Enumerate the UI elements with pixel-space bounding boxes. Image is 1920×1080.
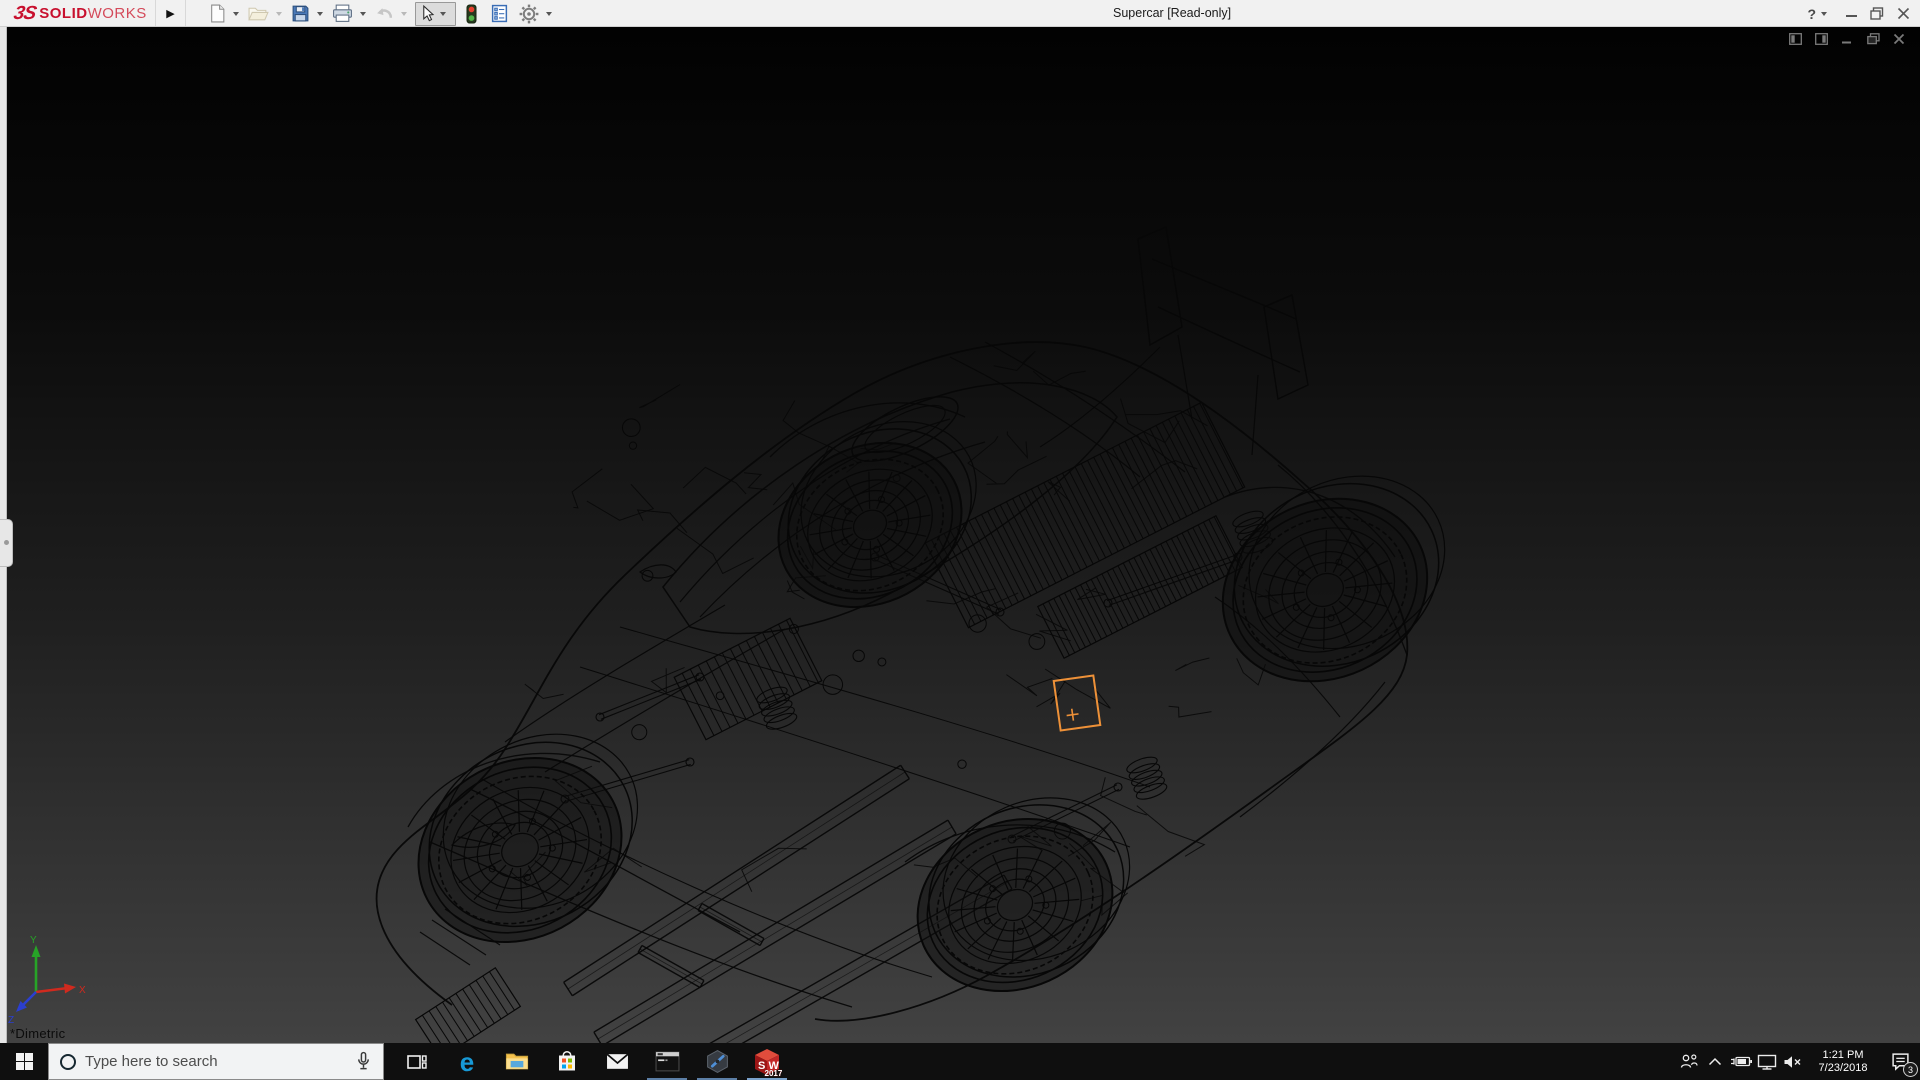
options-button[interactable] xyxy=(517,2,541,26)
network-display-icon xyxy=(1757,1054,1777,1070)
new-document-button[interactable] xyxy=(207,2,228,26)
taskbar-solidworks-button[interactable]: S W 2017 xyxy=(742,1043,792,1080)
document-close-icon[interactable] xyxy=(1892,32,1906,46)
taskbar-store-button[interactable] xyxy=(542,1043,592,1080)
tray-date: 7/23/2018 xyxy=(1810,1062,1876,1075)
windows-taskbar: Type here to search e xyxy=(0,1043,1920,1080)
store-icon xyxy=(557,1050,577,1073)
minimize-button[interactable] xyxy=(1846,14,1857,17)
open-folder-icon xyxy=(248,5,269,22)
taskbar-mail-button[interactable] xyxy=(592,1043,642,1080)
file-explorer-icon xyxy=(505,1052,529,1071)
save-floppy-icon xyxy=(291,4,310,23)
cortana-icon xyxy=(60,1054,76,1070)
notification-badge: 3 xyxy=(1903,1062,1918,1077)
main-toolbar xyxy=(206,0,558,27)
dock-pane-2-icon[interactable] xyxy=(1814,32,1828,46)
save-button[interactable] xyxy=(289,2,312,26)
options-dropdown-caret[interactable] xyxy=(546,12,552,16)
power-status-button[interactable] xyxy=(1728,1043,1754,1080)
system-tray: 1:21 PM 7/23/2018 3 xyxy=(1676,1043,1920,1080)
help-button[interactable]: ? xyxy=(1807,6,1816,22)
open-button[interactable] xyxy=(246,2,271,26)
graphics-viewport[interactable]: Y X Z *Dimetric xyxy=(0,27,1920,1043)
print-dropdown-caret[interactable] xyxy=(360,12,366,16)
window-title: Supercar [Read-only] xyxy=(1113,0,1231,27)
titlebar: 3S SOLIDWORKS ▶ xyxy=(0,0,1920,27)
window-controls: ? xyxy=(1807,0,1910,27)
document-minimize-icon[interactable] xyxy=(1840,32,1854,46)
action-center-button[interactable]: 3 xyxy=(1880,1043,1920,1080)
menu-expand-button[interactable]: ▶ xyxy=(155,0,186,26)
rebuild-traffic-light-icon xyxy=(465,4,478,24)
file-properties-icon xyxy=(491,4,508,23)
select-dropdown-caret[interactable] xyxy=(440,12,446,16)
solidworks-2017-icon: S W 2017 xyxy=(752,1047,782,1077)
people-icon xyxy=(1679,1054,1699,1069)
feature-manager-splitter-tab[interactable] xyxy=(0,519,13,567)
windows-logo-icon xyxy=(16,1053,33,1070)
hidden-icons-button[interactable] xyxy=(1702,1043,1728,1080)
print-button[interactable] xyxy=(330,2,355,26)
taskbar-edge-button[interactable]: e xyxy=(442,1043,492,1080)
restore-button[interactable] xyxy=(1870,7,1884,20)
rebuild-button[interactable] xyxy=(463,2,480,26)
battery-plug-icon xyxy=(1730,1054,1753,1069)
people-button[interactable] xyxy=(1676,1043,1702,1080)
microphone-icon[interactable] xyxy=(356,1051,371,1072)
taskbar-hexagon-app-button[interactable] xyxy=(692,1043,742,1080)
taskbar-command-prompt-button[interactable] xyxy=(642,1043,692,1080)
print-icon xyxy=(332,4,353,23)
solidworks-logo-glyph: 3S xyxy=(12,3,38,25)
network-button[interactable] xyxy=(1754,1043,1780,1080)
splitter-handle-dot xyxy=(4,540,9,545)
document-restore-icon[interactable] xyxy=(1866,32,1880,46)
new-document-icon xyxy=(209,4,226,23)
select-tool-button[interactable] xyxy=(415,2,456,26)
document-window-controls xyxy=(1788,32,1906,46)
new-dropdown-caret[interactable] xyxy=(233,12,239,16)
undo-icon xyxy=(375,6,394,21)
tray-time: 1:21 PM xyxy=(1810,1049,1876,1062)
volume-muted-icon xyxy=(1783,1055,1803,1069)
taskbar-apps: e S W 2017 xyxy=(392,1043,792,1080)
undo-button[interactable] xyxy=(373,2,396,26)
taskbar-search-input[interactable]: Type here to search xyxy=(48,1043,384,1080)
command-prompt-icon xyxy=(655,1051,680,1072)
view-orientation-label: *Dimetric xyxy=(10,1026,65,1041)
save-dropdown-caret[interactable] xyxy=(317,12,323,16)
open-dropdown-caret[interactable] xyxy=(276,12,282,16)
svg-text:2017: 2017 xyxy=(765,1069,783,1077)
volume-button[interactable] xyxy=(1780,1043,1806,1080)
close-button[interactable] xyxy=(1897,7,1910,20)
chevron-up-icon xyxy=(1708,1057,1722,1066)
wireframe-model-supercar[interactable] xyxy=(0,27,1920,1043)
undo-dropdown-caret[interactable] xyxy=(401,12,407,16)
search-placeholder-text: Type here to search xyxy=(85,1053,356,1070)
options-gear-icon xyxy=(519,4,539,24)
help-dropdown-caret[interactable] xyxy=(1821,12,1827,16)
task-view-icon xyxy=(407,1053,427,1071)
task-view-button[interactable] xyxy=(392,1043,442,1080)
start-button[interactable] xyxy=(0,1043,48,1080)
taskbar-file-explorer-button[interactable] xyxy=(492,1043,542,1080)
mail-icon xyxy=(606,1053,629,1070)
edge-icon: e xyxy=(460,1049,474,1075)
solidworks-logo: 3S SOLIDWORKS xyxy=(14,0,147,27)
hexagon-app-icon xyxy=(705,1049,730,1074)
menu-expand-arrow-icon: ▶ xyxy=(166,7,174,20)
clock[interactable]: 1:21 PM 7/23/2018 xyxy=(1810,1049,1876,1075)
select-cursor-icon xyxy=(419,5,436,22)
file-properties-button[interactable] xyxy=(489,2,510,26)
dock-pane-1-icon[interactable] xyxy=(1788,32,1802,46)
